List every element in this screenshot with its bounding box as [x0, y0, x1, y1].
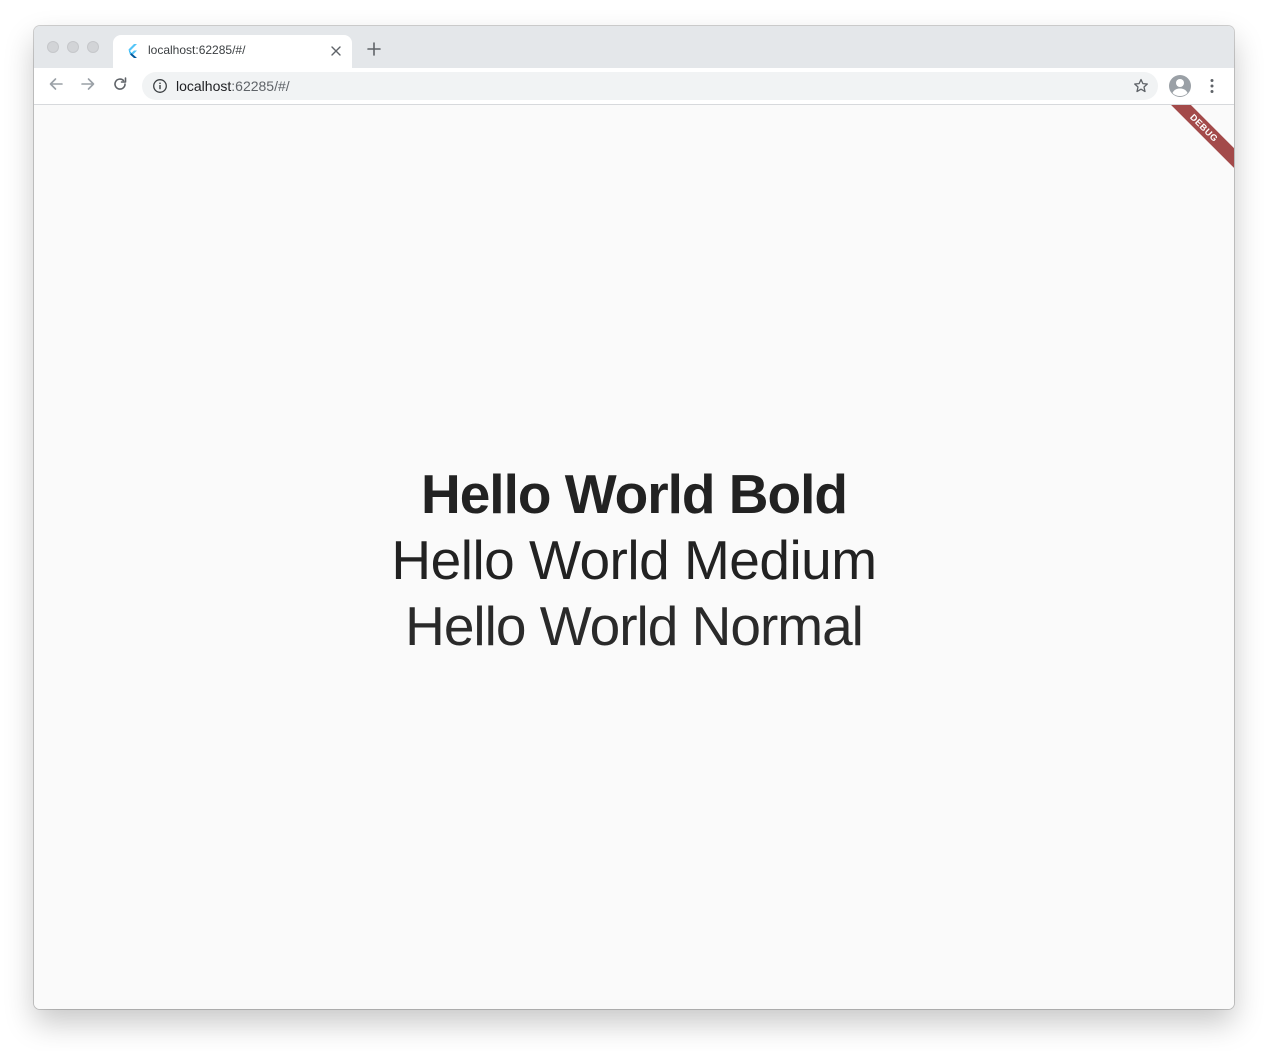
close-tab-icon[interactable]: [328, 43, 344, 59]
forward-button[interactable]: [78, 76, 98, 96]
tab-strip: localhost:62285/#/: [34, 26, 1234, 68]
debug-banner: DEBUG: [1156, 105, 1234, 176]
url-text[interactable]: localhost:62285/#/: [176, 78, 290, 94]
browser-tab[interactable]: localhost:62285/#/: [113, 35, 352, 68]
hello-world-normal-text: Hello World Normal: [405, 595, 864, 657]
tab-title: localhost:62285/#/: [148, 43, 246, 57]
maximize-window-button[interactable]: [87, 41, 99, 53]
back-button[interactable]: [46, 76, 66, 96]
hello-text-stack: Hello World Bold Hello World Medium Hell…: [34, 461, 1234, 659]
arrow-left-icon: [48, 76, 64, 97]
new-tab-button[interactable]: [364, 41, 384, 61]
flutter-logo-icon: [125, 43, 141, 59]
browser-window: localhost:62285/#/ localhost:62285/#/ DE…: [34, 26, 1234, 1009]
bookmark-star-icon[interactable]: [1132, 77, 1150, 95]
url-path: :62285/#/: [231, 78, 290, 94]
url-host: localhost: [176, 78, 232, 94]
kebab-menu-icon[interactable]: [1204, 76, 1220, 96]
address-bar[interactable]: localhost:62285/#/: [142, 72, 1158, 100]
reload-icon: [112, 76, 128, 97]
page-content: DEBUG Hello World Bold Hello World Mediu…: [34, 105, 1234, 1009]
browser-toolbar: localhost:62285/#/: [34, 68, 1234, 105]
close-window-button[interactable]: [47, 41, 59, 53]
hello-world-bold-text: Hello World Bold: [420, 463, 848, 525]
plus-icon: [367, 41, 381, 61]
profile-avatar-icon[interactable]: [1168, 74, 1192, 98]
reload-button[interactable]: [110, 76, 130, 96]
arrow-right-icon: [80, 76, 96, 97]
info-icon[interactable]: [152, 78, 168, 94]
hello-world-medium-text: Hello World Medium: [391, 529, 877, 591]
minimize-window-button[interactable]: [67, 41, 79, 53]
